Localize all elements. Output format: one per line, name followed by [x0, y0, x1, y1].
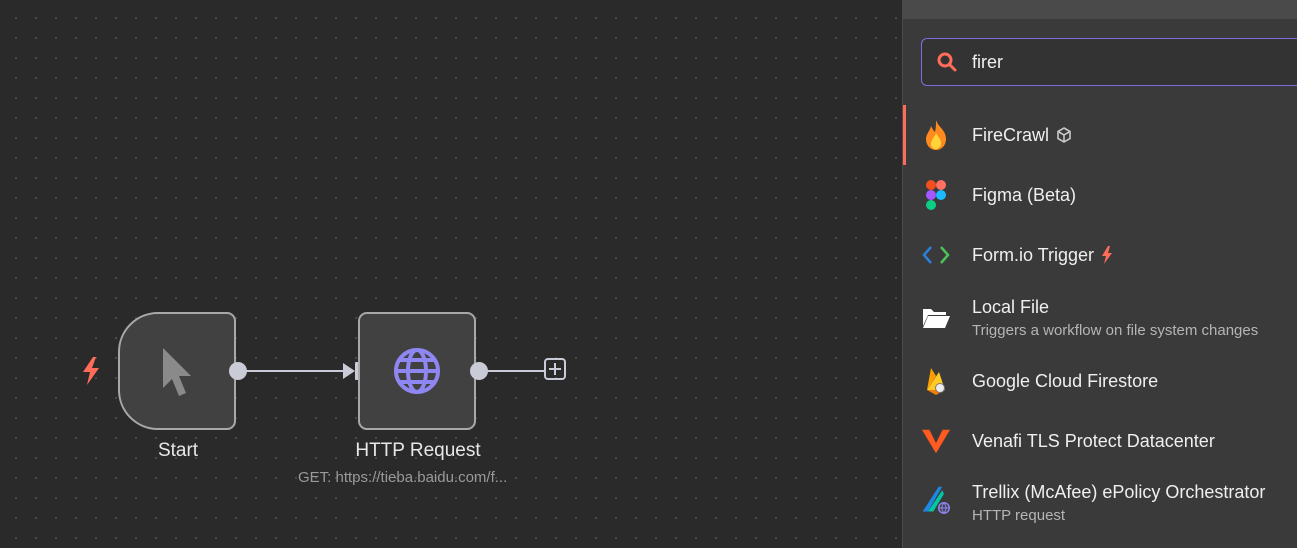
package-icon [1057, 127, 1071, 143]
cursor-arrow-icon [163, 348, 191, 396]
http-output-handle[interactable] [470, 362, 488, 380]
results-list: FireCrawl Figma (Beta) Form.io Trigger L… [903, 105, 1297, 535]
search-box[interactable] [921, 38, 1297, 86]
start-node[interactable] [118, 312, 236, 430]
http-request-node[interactable] [358, 312, 476, 430]
result-name: Trellix (McAfee) ePolicy Orchestrator [972, 482, 1266, 502]
result-item-local-file[interactable]: Local File Triggers a workflow on file s… [903, 285, 1297, 351]
connection-line[interactable] [246, 370, 346, 372]
result-name: Google Cloud Firestore [972, 370, 1159, 391]
workflow-canvas[interactable]: Start HTTP Request GET: https://tieba.ba… [0, 0, 902, 548]
result-item-google-cloud-firestore[interactable]: Google Cloud Firestore [903, 351, 1297, 411]
start-node-label: Start [157, 440, 199, 461]
result-description: HTTP request [972, 507, 1066, 524]
search-icon [937, 52, 957, 72]
folder-open-icon [921, 303, 951, 333]
result-name: Form.io Trigger [972, 244, 1095, 265]
panel-header [903, 0, 1297, 19]
trellix-icon [921, 485, 951, 515]
result-name: Venafi TLS Protect Datacenter [972, 430, 1215, 451]
venafi-icon [921, 426, 951, 456]
result-item-venafi[interactable]: Venafi TLS Protect Datacenter [903, 411, 1297, 471]
plus-icon [549, 363, 561, 375]
http-request-node-subtitle: GET: https://tieba.baidu.com/f... [298, 469, 508, 486]
globe-icon [394, 348, 440, 394]
result-item-figma[interactable]: Figma (Beta) [903, 165, 1297, 225]
flame-icon [921, 120, 951, 150]
code-brackets-icon [921, 240, 951, 270]
result-item-trellix[interactable]: Trellix (McAfee) ePolicy Orchestrator HT… [903, 471, 1297, 535]
result-item-formio-trigger[interactable]: Form.io Trigger [903, 225, 1297, 285]
result-item-firecrawl[interactable]: FireCrawl [903, 105, 1297, 165]
result-name: FireCrawl [972, 124, 1050, 145]
figma-icon [921, 180, 951, 210]
search-input[interactable] [970, 50, 1274, 74]
result-name: Local File [972, 297, 1050, 317]
add-node-button[interactable] [544, 358, 566, 380]
trigger-bolt-icon [83, 357, 99, 385]
http-request-node-label: HTTP Request [355, 440, 481, 461]
output-stub-line [487, 370, 545, 372]
result-name: Figma (Beta) [972, 184, 1077, 205]
start-output-handle[interactable] [229, 362, 247, 380]
result-description: Triggers a workflow on file system chang… [972, 322, 1259, 339]
bolt-icon [1102, 246, 1113, 264]
node-creator-panel: FireCrawl Figma (B [902, 0, 1297, 548]
firestore-icon [921, 366, 951, 396]
